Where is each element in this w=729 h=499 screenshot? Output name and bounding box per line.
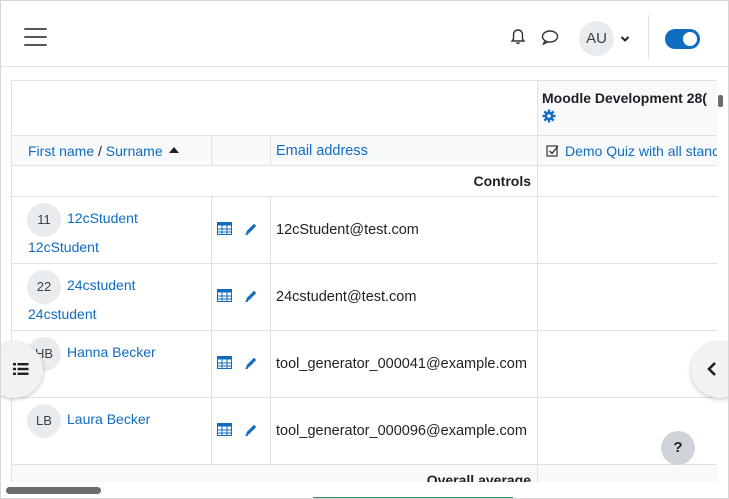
controls-cell — [537, 165, 717, 197]
table-row: 11 12cStudent 12cStudent 12cStudent@test… — [11, 196, 717, 264]
grid-icon[interactable] — [217, 289, 232, 305]
grade-cell[interactable] — [537, 263, 717, 331]
grid-icon[interactable] — [217, 356, 232, 372]
chevron-left-icon — [707, 362, 716, 376]
gear-icon[interactable] — [542, 109, 556, 123]
student-name-cell: LB Laura Becker — [11, 397, 212, 465]
avatar[interactable]: 11 — [27, 203, 61, 237]
actions-column-header — [211, 135, 271, 166]
student-name-cell: 11 12cStudent 12cStudent — [11, 196, 212, 264]
student-name-link[interactable]: 24cstudent — [67, 277, 136, 293]
email-sort-link[interactable]: Email address — [276, 143, 368, 159]
sort-ascending-icon[interactable] — [168, 146, 179, 153]
pencil-icon[interactable] — [244, 222, 258, 239]
student-actions-cell — [211, 196, 271, 264]
horizontal-scrollbar-track — [1, 486, 728, 496]
student-name-cell: 22 24cstudent 24cstudent — [11, 263, 212, 331]
grader-table: Moodle Development 28( First name / Surn… — [11, 80, 717, 482]
table-header-row-course: Moodle Development 28( — [11, 80, 717, 136]
bell-icon[interactable] — [509, 28, 527, 46]
grade-cell[interactable] — [537, 330, 717, 398]
quiz-column-link[interactable]: Demo Quiz with all stand — [565, 143, 717, 159]
avatar[interactable]: LB — [27, 404, 61, 438]
grid-icon[interactable] — [217, 222, 232, 238]
name-separator: / — [98, 142, 102, 159]
hamburger-icon[interactable] — [24, 28, 47, 46]
course-title: Moodle Development 28( — [542, 90, 707, 106]
top-navbar: AU — [1, 7, 728, 67]
email-column-header: Email address — [269, 135, 539, 166]
header-empty-cell — [11, 80, 539, 136]
chat-bubble-icon[interactable] — [541, 29, 559, 46]
pencil-icon[interactable] — [244, 289, 258, 306]
table-header-row-columns: First name / Surname Email address Demo … — [11, 135, 717, 166]
toggle-knob — [683, 32, 697, 46]
table-row: 22 24cstudent 24cstudent 24cstudent@test… — [11, 263, 717, 331]
student-name-link[interactable]: Laura Becker — [67, 411, 150, 427]
student-email: tool_generator_000096@example.com — [269, 397, 539, 465]
student-actions-cell — [211, 330, 271, 398]
help-button[interactable]: ? — [661, 431, 695, 465]
table-row: LB Laura Becker tool_generator_000096@ex… — [11, 397, 717, 465]
course-header-cell: Moodle Development 28( — [537, 80, 717, 136]
chevron-down-icon[interactable] — [620, 34, 630, 44]
user-avatar[interactable]: AU — [579, 21, 614, 56]
student-email: 24cstudent@test.com — [269, 263, 539, 331]
student-actions-cell — [211, 397, 271, 465]
pencil-icon[interactable] — [244, 423, 258, 440]
student-actions-cell — [211, 263, 271, 331]
student-email: 12cStudent@test.com — [269, 196, 539, 264]
name-column-header: First name / Surname — [11, 135, 212, 166]
grid-icon[interactable] — [217, 423, 232, 439]
browser-frame: AU Moodle Development 28(First name / S… — [0, 0, 729, 499]
quiz-column-header: Demo Quiz with all stand — [537, 135, 717, 166]
surname-sort-link[interactable]: Surname — [106, 143, 163, 159]
quiz-checkbox-icon — [546, 144, 559, 157]
controls-label: Controls — [11, 165, 539, 197]
avatar[interactable]: 22 — [27, 270, 61, 304]
overall-average-label: Overall average — [11, 464, 539, 482]
student-name-link[interactable]: 12cStudent — [67, 210, 138, 226]
controls-row: Controls — [11, 165, 717, 197]
pencil-icon[interactable] — [244, 356, 258, 373]
table-row: HB Hanna Becker tool_generator_000041@ex… — [11, 330, 717, 398]
grade-cell[interactable] — [537, 196, 717, 264]
first-name-sort-link[interactable]: First name — [28, 143, 94, 159]
grader-table-container[interactable]: Moodle Development 28( First name / Surn… — [11, 80, 717, 482]
navbar-divider — [648, 15, 649, 59]
vertical-scrollbar[interactable] — [718, 95, 723, 107]
overall-average-row: Overall average — [11, 464, 717, 482]
edit-mode-toggle[interactable] — [665, 29, 700, 49]
student-email: tool_generator_000041@example.com — [269, 330, 539, 398]
list-icon — [13, 363, 29, 375]
student-name-link[interactable]: Hanna Becker — [67, 344, 156, 360]
student-name-link-line2[interactable]: 24cstudent — [28, 306, 97, 322]
overall-average-cell — [537, 464, 717, 482]
student-name-link-line2[interactable]: 12cStudent — [28, 239, 99, 255]
horizontal-scrollbar-thumb[interactable] — [6, 487, 101, 494]
